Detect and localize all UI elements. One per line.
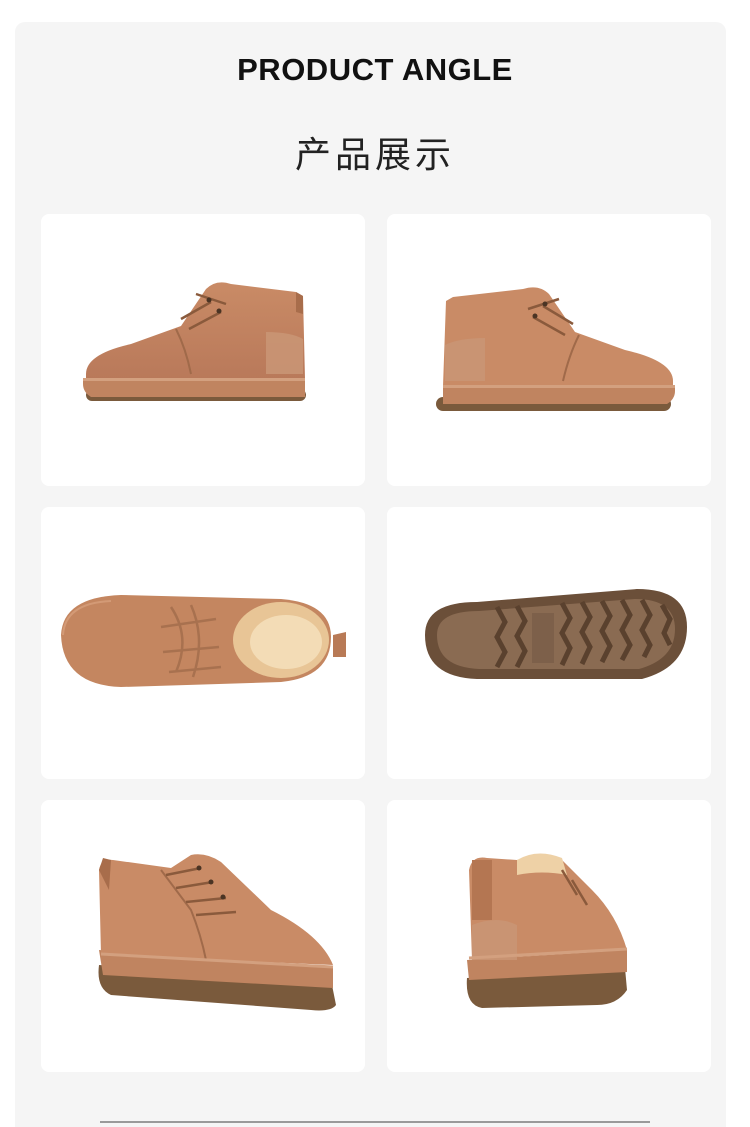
- section-title-english: PRODUCT ANGLE: [237, 52, 513, 87]
- boot-back-three-quarter-view: [466, 853, 628, 1008]
- product-image-top[interactable]: [41, 507, 365, 779]
- product-image-side-left[interactable]: [41, 214, 365, 486]
- boot-sole-view: [425, 589, 687, 679]
- boot-top-view: [61, 595, 346, 687]
- product-image-side-right[interactable]: [387, 214, 711, 486]
- product-image-sole[interactable]: [387, 507, 711, 779]
- divider-line: [100, 1121, 650, 1123]
- section-title-chinese: 产品展示: [294, 135, 455, 176]
- boot-front-three-quarter-view: [98, 854, 336, 1011]
- product-image-back-three-quarter[interactable]: [387, 800, 711, 1072]
- boot-side-view: [83, 282, 306, 401]
- product-image-front-three-quarter[interactable]: [41, 800, 365, 1072]
- boot-side-view-mirrored: [436, 287, 675, 411]
